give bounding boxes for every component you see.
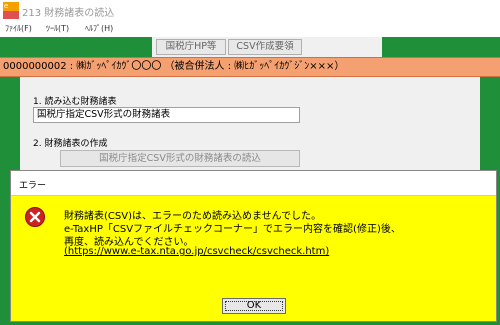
app-icon: e xyxy=(3,2,19,19)
section1-label: 1. 読み込む財務諸表 xyxy=(33,97,117,107)
error-dialog: エラー 財務諸表(CSV)は、エラーのため読み込めませんでした。 e-TaxHP… xyxy=(10,170,497,322)
dialog-title: エラー xyxy=(19,181,47,191)
section2-label: 2. 財務諸表の作成 xyxy=(33,139,108,149)
menu-file[interactable]: ﾌｧｲﾙ(F) xyxy=(5,23,32,34)
toolbar-accent-left xyxy=(0,37,152,57)
app-icon-text: e xyxy=(4,2,9,10)
company-header: 0000000002 : ㈱ｶﾞｯﾍﾟｲｶｳﾞ〇〇〇 （被合併法人 : ㈱ﾋｶﾞ… xyxy=(0,57,500,77)
ok-button[interactable]: OK xyxy=(222,298,286,314)
menu-tools[interactable]: ﾂｰﾙ(T) xyxy=(46,23,69,34)
error-icon xyxy=(25,207,45,227)
toolbar-accent-right xyxy=(382,37,500,57)
read-csv-button[interactable]: 国税庁指定CSV形式の財務諸表の読込 xyxy=(60,150,300,167)
menu-help[interactable]: ﾍﾙﾌﾟ(H) xyxy=(85,23,113,34)
nta-hp-button[interactable]: 国税庁HP等 xyxy=(156,39,226,55)
csv-guide-button[interactable]: CSV作成要領 xyxy=(228,39,302,55)
dialog-title-bar: エラー xyxy=(11,171,496,196)
window-title: 213 財務諸表の読込 xyxy=(22,8,115,19)
toolbar: 国税庁HP等 CSV作成要領 xyxy=(0,37,500,57)
statement-type-field[interactable]: 国税庁指定CSV形式の財務諸表 xyxy=(33,107,300,123)
menu-bar: ﾌｧｲﾙ(F) ﾂｰﾙ(T) ﾍﾙﾌﾟ(H) xyxy=(0,21,500,37)
error-message-link[interactable]: (https://www.e-tax.nta.go.jp/csvcheck/cs… xyxy=(64,246,329,257)
title-bar: e 213 財務諸表の読込 xyxy=(0,0,500,21)
